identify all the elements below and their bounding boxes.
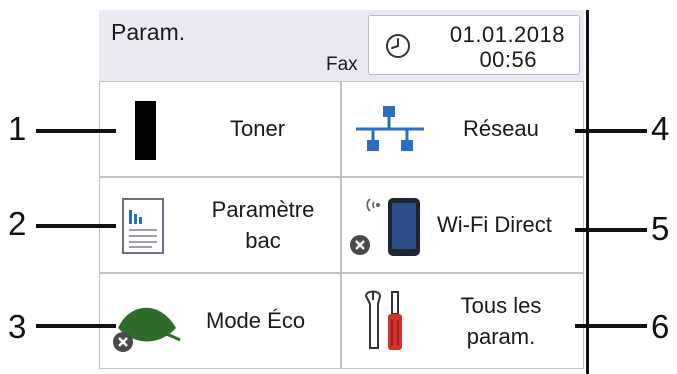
callout-3: 3 — [8, 308, 27, 345]
eco-mode-button[interactable]: Mode Éco — [99, 273, 341, 369]
all-settings-button[interactable]: Tous les param. — [341, 273, 584, 369]
callout-6: 6 — [651, 308, 670, 345]
time-text: 00:56 — [479, 47, 537, 72]
callout-5-leader — [575, 228, 647, 232]
callout-3-leader — [36, 324, 116, 328]
callout-5: 5 — [651, 210, 670, 247]
network-button[interactable]: Réseau — [341, 81, 584, 177]
all-settings-label-line2: param. — [466, 324, 536, 349]
toner-label: Toner — [230, 116, 286, 141]
status-header: Param. Fax 01.01.2018 00:56 — [99, 10, 584, 81]
clock-icon — [386, 34, 410, 58]
callout-2: 2 — [8, 205, 27, 242]
network-label: Réseau — [463, 116, 539, 141]
eco-leaf-icon — [113, 307, 181, 352]
screen-title: Param. — [111, 19, 186, 45]
callout-1-leader — [36, 129, 116, 133]
wifi-direct-button[interactable]: Wi-Fi Direct — [341, 177, 584, 273]
wifi-direct-label: Wi-Fi Direct — [437, 212, 552, 237]
toner-button[interactable]: Toner — [99, 81, 341, 177]
wifi-direct-phone-icon — [350, 198, 420, 256]
screen-edge-line — [586, 10, 589, 374]
callout-6-leader — [575, 324, 647, 328]
network-icon — [356, 106, 424, 151]
callout-4: 4 — [651, 110, 670, 147]
mode-indicator: Fax — [326, 54, 358, 75]
eco-mode-label: Mode Éco — [206, 308, 306, 333]
callout-2-leader — [36, 224, 116, 228]
lcd-screen: Param. Fax 01.01.2018 00:56 Toner Réseau — [99, 10, 584, 370]
tray-settings-label-line1: Paramètre — [211, 197, 315, 222]
tray-settings-label-line2: bac — [245, 228, 281, 253]
tools-icon — [364, 290, 402, 350]
callout-4-leader — [575, 129, 647, 133]
date-time-button[interactable]: 01.01.2018 00:56 — [368, 15, 580, 75]
date-text: 01.01.2018 — [449, 22, 565, 47]
toner-icon — [135, 101, 156, 160]
tray-settings-button[interactable]: Paramètre bac — [99, 177, 341, 273]
tray-settings-icon — [122, 198, 164, 254]
all-settings-label-line1: Tous les — [460, 293, 542, 318]
callout-1: 1 — [8, 110, 27, 147]
